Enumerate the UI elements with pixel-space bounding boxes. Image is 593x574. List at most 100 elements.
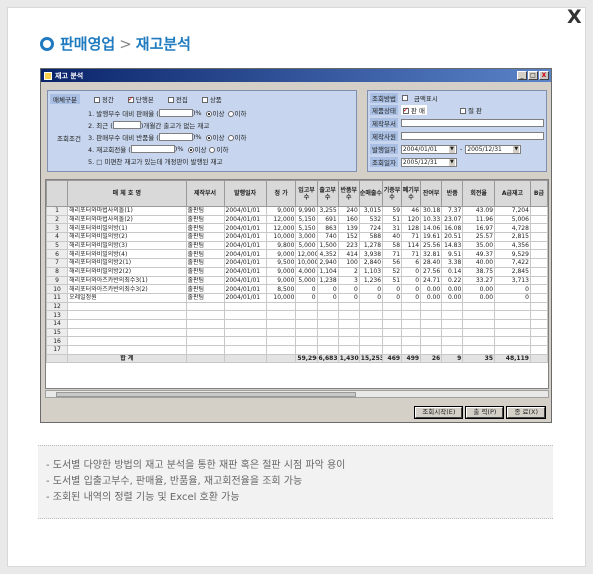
table-cell[interactable]: 152 xyxy=(337,232,360,242)
table-cell[interactable]: 9,800 xyxy=(265,240,297,251)
table-cell[interactable]: 0.00 xyxy=(441,292,464,303)
table-cell[interactable]: 0 xyxy=(316,292,339,303)
table-cell[interactable]: 해리포터와비밀의방2(1) xyxy=(67,258,187,268)
table-cell[interactable]: 3,938 xyxy=(358,249,384,260)
column-header[interactable]: 순매출수 xyxy=(358,180,384,207)
table-cell[interactable]: 2004/01/01 xyxy=(223,232,267,242)
table-cell[interactable]: 740 xyxy=(316,232,339,242)
table-cell[interactable] xyxy=(529,223,548,234)
table-cell[interactable] xyxy=(67,336,187,346)
table-cell[interactable]: 10.33 xyxy=(420,214,443,225)
table-cell[interactable]: 120 xyxy=(401,214,422,225)
table-cell[interactable] xyxy=(295,327,318,338)
table-cell[interactable]: 20.51 xyxy=(441,232,464,242)
table-cell[interactable] xyxy=(265,327,297,338)
table-cell[interactable]: 128 xyxy=(401,223,422,234)
table-cell[interactable]: 해리포터와마법사의돌(1) xyxy=(67,206,187,216)
table-cell[interactable]: 4,352 xyxy=(316,249,339,260)
table-cell[interactable]: 0 xyxy=(295,284,318,294)
table-cell[interactable]: 14.83 xyxy=(441,240,464,251)
table-row[interactable]: 9 해리포터와아즈카반의죄수3(1) 출판팀 2004/01/01 9,000 5,000… xyxy=(46,275,548,286)
table-cell[interactable]: 3.38 xyxy=(441,258,464,268)
table-cell[interactable] xyxy=(382,345,403,355)
column-header[interactable]: 반품부수 xyxy=(337,180,360,207)
table-cell[interactable]: 해리포터와비밀의방(2) xyxy=(67,232,187,242)
chevron-down-icon[interactable]: ▼ xyxy=(448,145,455,153)
table-cell[interactable]: 16 xyxy=(46,336,69,346)
table-cell[interactable]: 71 xyxy=(401,232,422,242)
table-cell[interactable] xyxy=(295,318,318,329)
table-cell[interactable]: 5 xyxy=(46,240,69,251)
table-cell[interactable] xyxy=(441,318,464,329)
pub-date-from[interactable]: 2004/01/01 ▼ xyxy=(400,144,457,154)
table-cell[interactable] xyxy=(441,301,464,312)
table-cell[interactable]: 100 xyxy=(337,258,360,268)
table-cell[interactable]: 0.00 xyxy=(420,284,443,294)
table-cell[interactable]: 240 xyxy=(337,206,360,216)
table-cell[interactable]: 오레일정원 xyxy=(67,292,187,303)
table-cell[interactable]: 2,815 xyxy=(494,232,531,242)
table-cell[interactable]: 0.00 xyxy=(462,284,496,294)
table-row[interactable]: 3 해리포터와비밀의방(1) 출판팀 2004/01/01 12,000 5,150 863… xyxy=(46,223,548,234)
table-cell[interactable]: 14.06 xyxy=(420,223,443,234)
table-cell[interactable]: 160 xyxy=(337,214,360,225)
table-cell[interactable]: 1,500 xyxy=(316,240,339,251)
checkbox-icon[interactable] xyxy=(459,108,466,114)
table-cell[interactable] xyxy=(316,310,339,320)
table-cell[interactable]: 49.37 xyxy=(462,249,496,260)
table-cell[interactable] xyxy=(316,327,339,338)
dept-input[interactable] xyxy=(400,119,544,127)
table-cell[interactable] xyxy=(529,240,548,251)
table-cell[interactable] xyxy=(337,301,360,312)
table-cell[interactable]: 2004/01/01 xyxy=(223,292,267,303)
table-cell[interactable] xyxy=(337,336,360,346)
condition-input[interactable] xyxy=(130,145,175,153)
table-cell[interactable]: 8 xyxy=(46,266,69,277)
table-cell[interactable]: 1,238 xyxy=(316,275,339,286)
table-cell[interactable]: 1,278 xyxy=(358,240,384,251)
table-cell[interactable]: 14 xyxy=(46,318,69,329)
checkbox-icon[interactable] xyxy=(167,96,174,103)
table-cell[interactable]: 출판팀 xyxy=(185,258,225,268)
table-cell[interactable] xyxy=(462,327,496,338)
column-header[interactable]: A급재고 xyxy=(494,180,531,207)
category-option[interactable]: 상품 xyxy=(201,94,222,104)
table-cell[interactable]: 3,713 xyxy=(494,275,531,286)
table-cell[interactable] xyxy=(316,301,339,312)
table-cell[interactable]: 23.07 xyxy=(441,214,464,225)
table-cell[interactable]: 해리포터와비밀의방(4) xyxy=(67,249,187,260)
table-cell[interactable]: 해리포터와마법사의돌(2) xyxy=(67,214,187,225)
table-cell[interactable]: 5,000 xyxy=(295,275,318,286)
table-cell[interactable]: 532 xyxy=(358,214,384,225)
checkbox-icon[interactable] xyxy=(401,95,408,101)
checkbox-icon[interactable] xyxy=(201,96,208,103)
table-cell[interactable]: 9 xyxy=(46,275,69,286)
table-cell[interactable]: 35.00 xyxy=(462,240,496,251)
table-cell[interactable]: 40.00 xyxy=(462,258,496,268)
table-row[interactable]: 14 xyxy=(46,318,548,329)
table-cell[interactable]: 3,015 xyxy=(358,206,384,216)
table-cell[interactable] xyxy=(295,310,318,320)
table-cell[interactable]: 114 xyxy=(401,240,422,251)
table-cell[interactable] xyxy=(529,301,548,312)
table-cell[interactable] xyxy=(316,318,339,329)
table-cell[interactable]: 24.71 xyxy=(420,275,443,286)
table-cell[interactable]: 724 xyxy=(358,223,384,234)
table-cell[interactable]: 5,150 xyxy=(295,223,318,234)
table-cell[interactable] xyxy=(462,301,496,312)
table-cell[interactable] xyxy=(185,327,225,338)
table-row[interactable]: 7 해리포터와비밀의방2(1) 출판팀 2004/01/01 9,500 10,000 2,… xyxy=(46,258,548,268)
table-cell[interactable] xyxy=(358,345,384,355)
table-row[interactable]: 2 해리포터와마법사의돌(2) 출판팀 2004/01/01 12,000 5,150 69… xyxy=(46,214,548,225)
table-cell[interactable]: 56 xyxy=(382,258,403,268)
table-row[interactable]: 13 xyxy=(46,310,548,320)
table-row[interactable]: 17 xyxy=(46,345,548,355)
table-cell[interactable]: 9,000 xyxy=(265,206,297,216)
table-cell[interactable]: 27.56 xyxy=(420,266,443,277)
table-cell[interactable]: 2,840 xyxy=(358,258,384,268)
horizontal-scrollbar[interactable] xyxy=(45,390,549,398)
table-cell[interactable]: 0 xyxy=(337,284,360,294)
table-cell[interactable]: 2004/01/01 xyxy=(223,266,267,277)
table-cell[interactable]: 4,000 xyxy=(295,266,318,277)
table-cell[interactable] xyxy=(67,310,187,320)
